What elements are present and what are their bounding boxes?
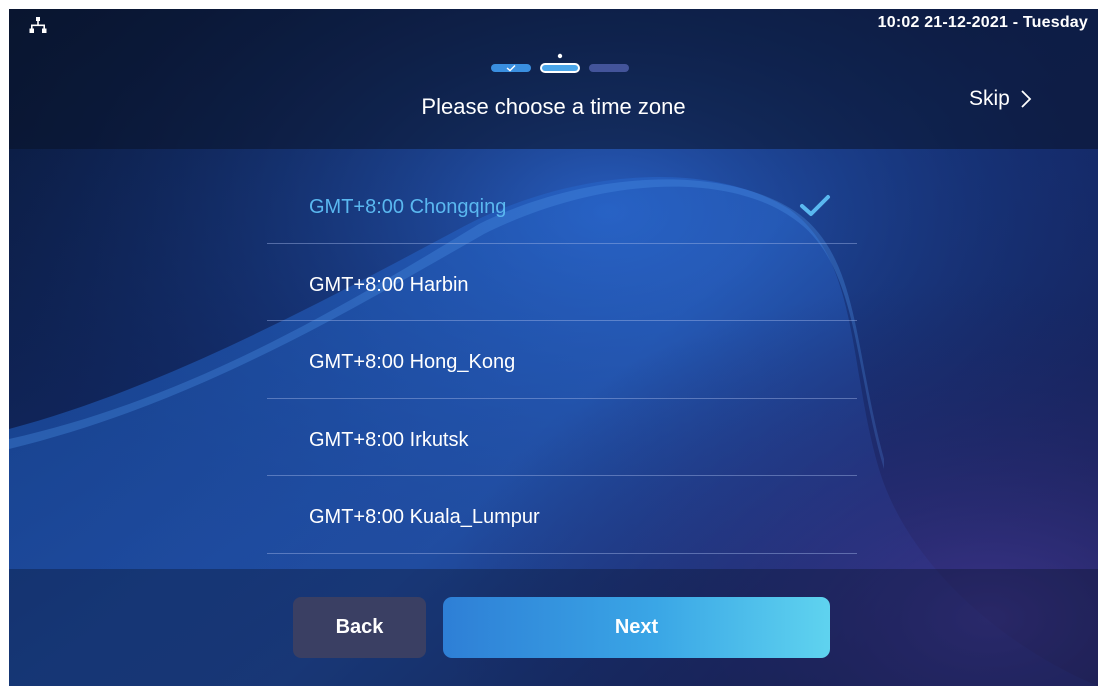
- skip-label: Skip: [969, 87, 1010, 110]
- step-progress-indicator: [491, 53, 629, 73]
- network-icon: [29, 17, 47, 33]
- timezone-label: GMT+8:00 Irkutsk: [309, 428, 469, 451]
- chevron-right-icon: [1021, 90, 1032, 108]
- page-title: Please choose a time zone: [421, 94, 686, 119]
- current-step-dot: [557, 53, 563, 59]
- timezone-label: GMT+8:00 Chongqing: [309, 196, 507, 218]
- screen: 10:02 21-12-2021 - Tuesday Please choose…: [9, 9, 1098, 686]
- status-datetime: 10:02 21-12-2021 - Tuesday: [877, 14, 1088, 31]
- timezone-item-irkutsk[interactable]: GMT+8:00 Irkutsk: [267, 399, 857, 476]
- timezone-label: GMT+8:00 Hong_Kong: [309, 351, 516, 373]
- back-button[interactable]: Back: [293, 597, 426, 658]
- step-3-pending: [589, 64, 629, 72]
- next-button[interactable]: Next: [443, 597, 830, 658]
- timezone-label: GMT+8:00 Harbin: [309, 273, 469, 296]
- skip-button[interactable]: Skip: [969, 87, 1032, 111]
- timezone-list: GMT+8:00 Chongqing GMT+8:00 Harbin GMT+8…: [267, 166, 857, 554]
- checkmark-icon: [800, 195, 830, 216]
- timezone-label: GMT+8:00 Kuala_Lumpur: [309, 506, 540, 528]
- timezone-item-harbin[interactable]: GMT+8:00 Harbin: [267, 244, 857, 321]
- timezone-item-kuala-lumpur[interactable]: GMT+8:00 Kuala_Lumpur: [267, 476, 857, 554]
- timezone-item-chongqing[interactable]: GMT+8:00 Chongqing: [267, 166, 857, 244]
- step-1-completed: [491, 64, 531, 72]
- timezone-item-hong-kong[interactable]: GMT+8:00 Hong_Kong: [267, 321, 857, 399]
